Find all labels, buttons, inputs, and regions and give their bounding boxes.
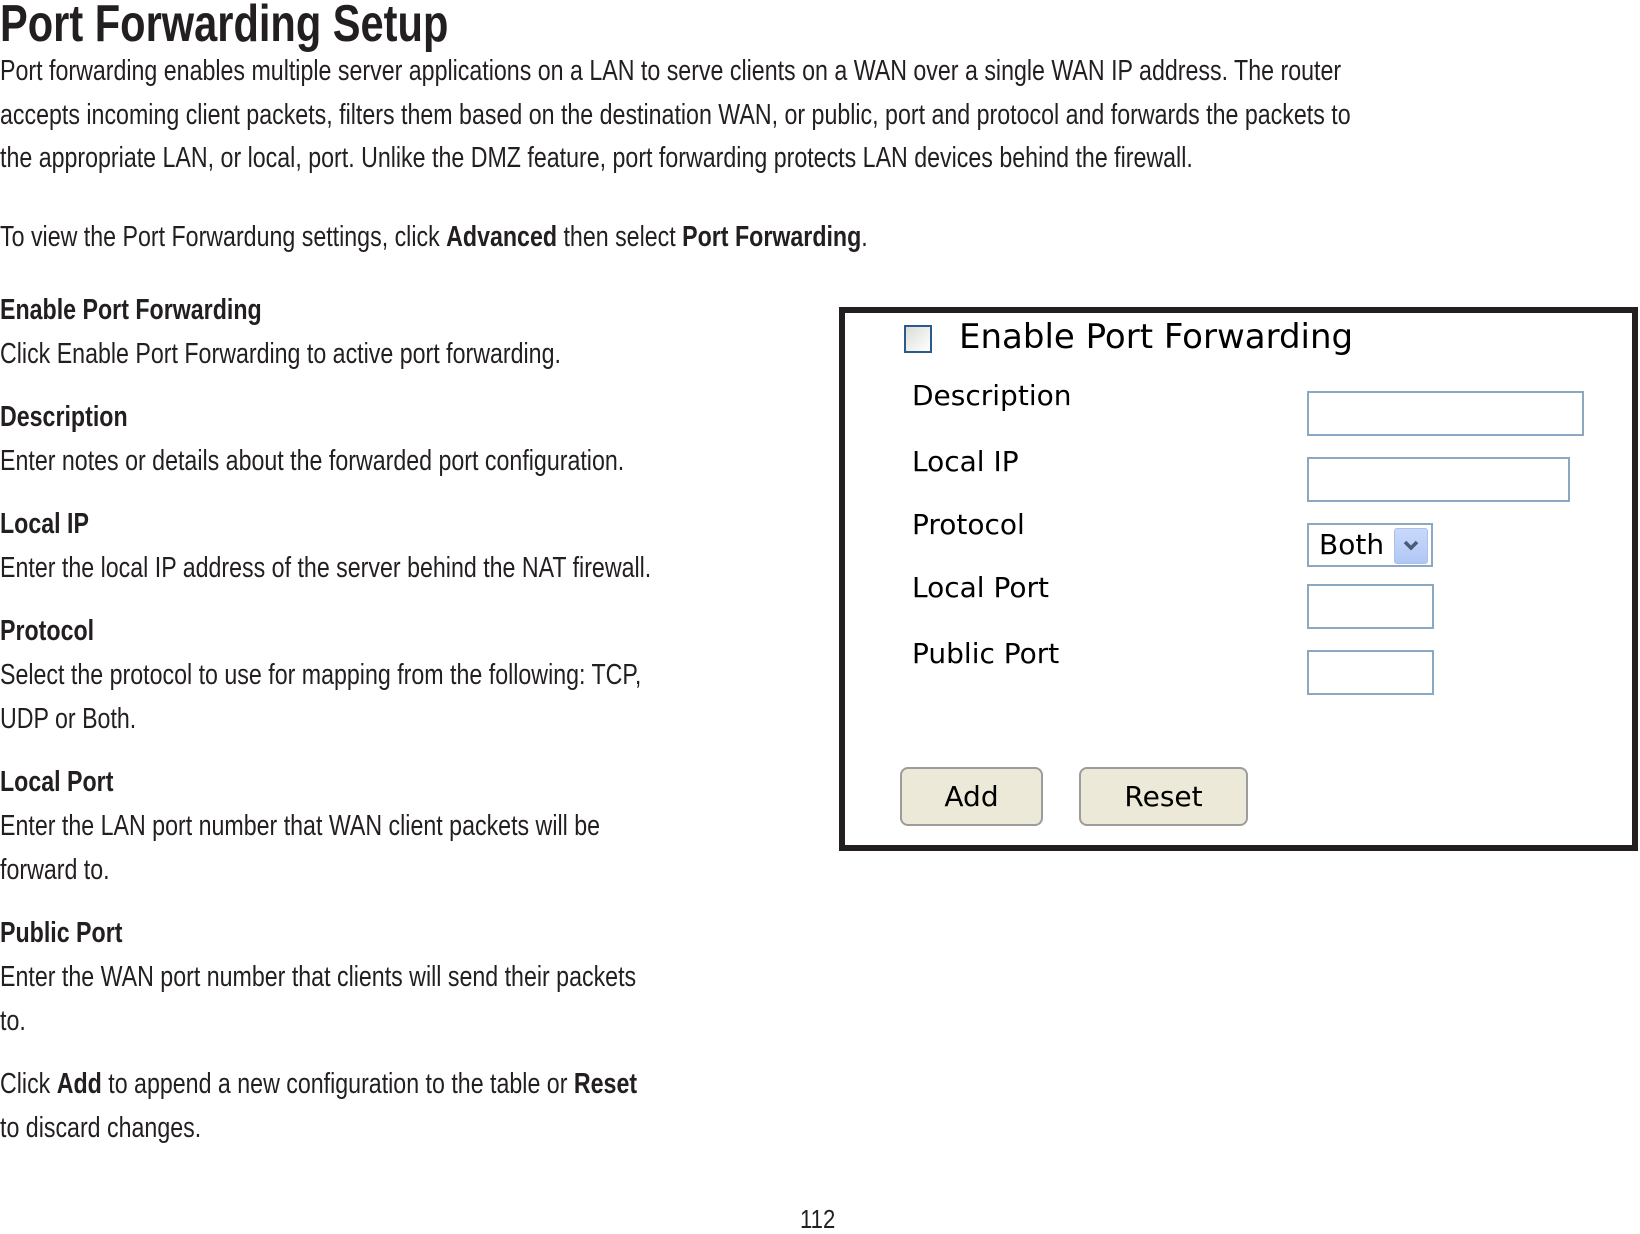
page-title: Port Forwarding Setup [0,0,449,53]
text-line: Enter the LAN port number that WAN clien… [0,810,601,842]
intro-line: Port forwarding enables multiple server … [0,55,1342,87]
section-text-protocol: Select the protocol to use for mapping f… [0,653,776,741]
section-heading-local-ip: Local IP [0,508,89,540]
enable-port-forwarding-checkbox[interactable] [904,325,932,353]
protocol-label: Protocol [912,508,1025,541]
dropdown-arrow-button[interactable] [1394,528,1428,564]
section-text-description: Enter notes or details about the forward… [0,445,625,477]
section-heading-enable: Enable Port Forwarding [0,294,262,326]
text-fragment: to append a new configuration to the tab… [101,1068,574,1100]
section-heading-public-port: Public Port [0,917,123,949]
enable-port-forwarding-label: Enable Port Forwarding [959,317,1354,357]
navigation-instruction: To view the Port Forwardung settings, cl… [0,215,1120,259]
local-port-input[interactable] [1307,584,1434,629]
add-button[interactable]: Add [900,767,1043,826]
local-ip-label: Local IP [912,445,1019,478]
public-port-input[interactable] [1307,650,1434,695]
text-fragment: to discard changes. [0,1112,202,1144]
intro-paragraph: Port forwarding enables multiple server … [0,50,1600,181]
nav-menu-advanced: Advanced [446,221,558,253]
text-fragment: Click [0,1068,57,1100]
port-forwarding-form-screenshot: Enable Port Forwarding Description Local… [839,307,1638,851]
section-text-enable: Click Enable Port Forwarding to active p… [0,338,561,370]
closing-reset-term: Reset [573,1068,638,1100]
section-heading-local-port: Local Port [0,766,114,798]
chevron-down-icon [1403,540,1419,551]
text-line: UDP or Both. [0,703,137,735]
reset-button[interactable]: Reset [1079,767,1248,826]
text-line: forward to. [0,854,110,886]
closing-add-term: Add [56,1068,102,1100]
section-heading-description: Description [0,401,128,433]
section-text-local-ip: Enter the local IP address of the server… [0,552,652,584]
description-input[interactable] [1307,391,1584,436]
field-descriptions: Enable Port Forwarding Click Enable Port… [0,288,776,1169]
local-port-label: Local Port [912,571,1049,604]
nav-suffix: . [861,221,868,253]
section-text-public-port: Enter the WAN port number that clients w… [0,955,776,1043]
page-number: 112 [800,1204,836,1234]
text-line: Select the protocol to use for mapping f… [0,659,642,691]
closing-instruction: Click Add to append a new configuration … [0,1062,776,1150]
section-text-local-port: Enter the LAN port number that WAN clien… [0,804,776,892]
intro-line: accepts incoming client packets, filters… [0,98,1351,131]
text-line: to. [0,1005,26,1037]
protocol-selected-value: Both [1319,528,1385,561]
local-ip-input[interactable] [1307,457,1570,502]
nav-prefix: To view the Port Forwardung settings, cl… [0,221,447,253]
nav-middle: then select [557,221,683,253]
text-line: Enter the WAN port number that clients w… [0,961,637,993]
description-label: Description [912,379,1072,412]
nav-item-port-forwarding: Port Forwarding [682,221,862,253]
intro-line: the appropriate LAN, or local, port. Unl… [0,142,1193,174]
section-heading-protocol: Protocol [0,615,95,647]
protocol-select[interactable]: Both [1307,523,1433,567]
public-port-label: Public Port [912,637,1060,670]
